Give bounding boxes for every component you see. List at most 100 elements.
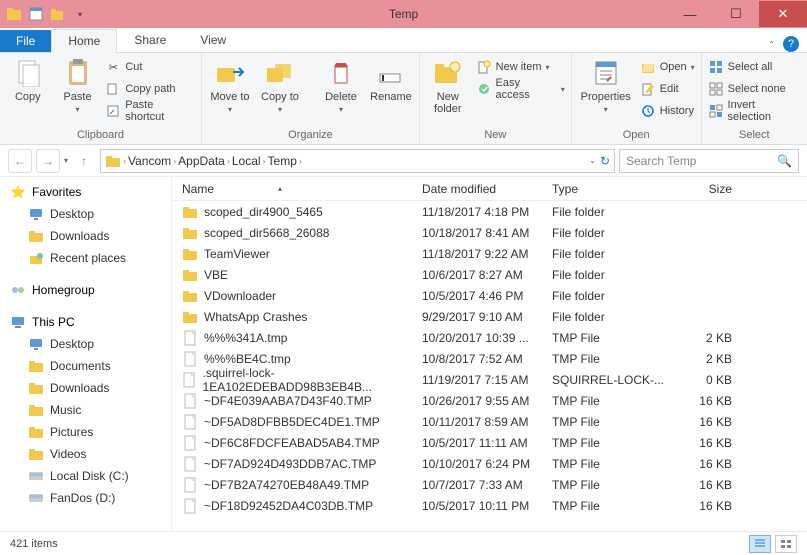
- forward-button[interactable]: →: [36, 149, 60, 173]
- folder-icon: [182, 204, 198, 220]
- ribbon-group-new: New folder New item ▾ Easy access ▾ New: [420, 53, 572, 144]
- window-title: Temp: [389, 7, 418, 21]
- moveto-button[interactable]: Move to▾: [208, 55, 252, 114]
- up-button[interactable]: ↑: [72, 149, 96, 173]
- crumb-appdata[interactable]: AppData ›: [178, 154, 230, 168]
- file-row[interactable]: %%%341A.tmp 10/20/2017 10:39 ... TMP Fil…: [172, 327, 807, 348]
- folder-icon: [28, 358, 44, 374]
- sidebar-item[interactable]: Downloads: [0, 377, 171, 399]
- tab-share[interactable]: Share: [117, 28, 183, 52]
- sidebar-item[interactable]: Downloads: [0, 225, 171, 247]
- file-row[interactable]: WhatsApp Crashes 9/29/2017 9:10 AM File …: [172, 306, 807, 327]
- minimize-ribbon-icon[interactable]: ⌃: [768, 40, 775, 49]
- col-size[interactable]: Size: [672, 182, 742, 196]
- col-date[interactable]: Date modified: [422, 182, 552, 196]
- back-button[interactable]: ←: [8, 149, 32, 173]
- tab-view[interactable]: View: [183, 28, 243, 52]
- file-row[interactable]: VBE 10/6/2017 8:27 AM File folder: [172, 264, 807, 285]
- sidebar-item[interactable]: Desktop: [0, 333, 171, 355]
- sidebar-item[interactable]: Recent places: [0, 247, 171, 269]
- minimize-button[interactable]: —: [667, 1, 713, 27]
- qat-properties-icon[interactable]: [26, 4, 46, 24]
- file-icon: [182, 330, 198, 346]
- folder-icon: [105, 153, 121, 169]
- col-type[interactable]: Type: [552, 182, 672, 196]
- folder-icon: [182, 246, 198, 262]
- sidebar-favorites[interactable]: ⭐Favorites: [0, 181, 171, 203]
- crumb-vancom[interactable]: Vancom ›: [128, 154, 176, 168]
- column-headers: Name ▴ Date modified Type Size: [172, 177, 807, 201]
- history-dropdown-icon[interactable]: ▾: [64, 156, 68, 165]
- view-details-button[interactable]: [749, 535, 771, 553]
- sidebar-item[interactable]: Desktop: [0, 203, 171, 225]
- titlebar: ▾ Temp — ☐ ✕: [0, 0, 807, 28]
- navbar: ← → ▾ ↑ › Vancom › AppData › Local › Tem…: [0, 145, 807, 177]
- sidebar-item[interactable]: FanDos (D:): [0, 487, 171, 509]
- properties-button[interactable]: Properties▾: [578, 55, 634, 114]
- ribbon: Copy Paste ▾ ✂Cut Copy path Paste shortc…: [0, 53, 807, 145]
- sidebar-item[interactable]: Videos: [0, 443, 171, 465]
- refresh-button[interactable]: ↻: [600, 154, 610, 168]
- sidebar-item[interactable]: Documents: [0, 355, 171, 377]
- file-row[interactable]: ~DF7B2A74270EB48A49.TMP 10/7/2017 7:33 A…: [172, 474, 807, 495]
- sort-asc-icon: ▴: [278, 184, 282, 193]
- crumb-temp[interactable]: Temp ›: [268, 154, 302, 168]
- folder-icon: [28, 402, 44, 418]
- maximize-button[interactable]: ☐: [713, 1, 759, 27]
- col-name[interactable]: Name ▴: [172, 182, 422, 196]
- open-button[interactable]: Open ▾: [640, 57, 695, 77]
- help-icon[interactable]: ?: [783, 36, 799, 52]
- app-icon[interactable]: [4, 4, 24, 24]
- file-row[interactable]: .squirrel-lock-1EA102EDEBADD98B3EB4B... …: [172, 369, 807, 390]
- nav-sidebar: ⭐Favorites DesktopDownloadsRecent places…: [0, 177, 172, 531]
- close-button[interactable]: ✕: [759, 1, 807, 27]
- history-button[interactable]: History: [640, 101, 695, 121]
- file-icon: [182, 393, 198, 409]
- file-row[interactable]: ~DF6C8FDCFEABAD5AB4.TMP 10/5/2017 11:11 …: [172, 432, 807, 453]
- sidebar-homegroup[interactable]: Homegroup: [0, 279, 171, 301]
- selectall-button[interactable]: Select all: [708, 57, 801, 77]
- easyaccess-button[interactable]: Easy access ▾: [476, 79, 565, 99]
- breadcrumb[interactable]: › Vancom › AppData › Local › Temp › ⌄ ↻: [100, 149, 615, 173]
- sidebar-item[interactable]: Local Disk (C:): [0, 465, 171, 487]
- search-input[interactable]: Search Temp 🔍: [619, 149, 799, 173]
- copy-button[interactable]: Copy: [6, 55, 50, 103]
- cut-button[interactable]: ✂Cut: [105, 57, 195, 77]
- disk-icon: [28, 468, 44, 484]
- crumb-dropdown-icon[interactable]: ⌄: [589, 156, 596, 165]
- paste-button[interactable]: Paste ▾: [56, 55, 100, 114]
- file-icon: [182, 414, 198, 430]
- pasteshortcut-button[interactable]: Paste shortcut: [105, 101, 195, 121]
- copypath-button[interactable]: Copy path: [105, 79, 195, 99]
- folder-icon: [28, 380, 44, 396]
- qat-dropdown-icon[interactable]: ▾: [70, 4, 90, 24]
- edit-button[interactable]: Edit: [640, 79, 695, 99]
- tab-home[interactable]: Home: [51, 29, 117, 53]
- delete-button[interactable]: Delete▾: [319, 55, 363, 114]
- view-large-button[interactable]: [775, 535, 797, 553]
- sidebar-thispc[interactable]: This PC: [0, 311, 171, 333]
- folder-icon: [28, 424, 44, 440]
- invertselection-button[interactable]: Invert selection: [708, 101, 801, 121]
- file-row[interactable]: ~DF5AD8DFBB5DEC4DE1.TMP 10/11/2017 8:59 …: [172, 411, 807, 432]
- file-list: Name ▴ Date modified Type Size scoped_di…: [172, 177, 807, 531]
- recent-icon: [28, 250, 44, 266]
- newitem-button[interactable]: New item ▾: [476, 57, 565, 77]
- crumb-local[interactable]: Local ›: [232, 154, 266, 168]
- tab-file[interactable]: File: [0, 30, 51, 52]
- selectnone-button[interactable]: Select none: [708, 79, 801, 99]
- folder-icon: [182, 309, 198, 325]
- copyto-button[interactable]: Copy to▾: [258, 55, 302, 114]
- file-row[interactable]: ~DF4E039AABA7D43F40.TMP 10/26/2017 9:55 …: [172, 390, 807, 411]
- file-row[interactable]: scoped_dir5668_26088 10/18/2017 8:41 AM …: [172, 222, 807, 243]
- file-row[interactable]: ~DF7AD924D493DDB7AC.TMP 10/10/2017 6:24 …: [172, 453, 807, 474]
- file-row[interactable]: ~DF18D92452DA4C03DB.TMP 10/5/2017 10:11 …: [172, 495, 807, 516]
- rename-button[interactable]: Rename: [369, 55, 413, 103]
- file-row[interactable]: scoped_dir4900_5465 11/18/2017 4:18 PM F…: [172, 201, 807, 222]
- file-row[interactable]: TeamViewer 11/18/2017 9:22 AM File folde…: [172, 243, 807, 264]
- sidebar-item[interactable]: Music: [0, 399, 171, 421]
- qat-newfolder-icon[interactable]: [48, 4, 68, 24]
- newfolder-button[interactable]: New folder: [426, 55, 470, 115]
- file-row[interactable]: VDownloader 10/5/2017 4:46 PM File folde…: [172, 285, 807, 306]
- sidebar-item[interactable]: Pictures: [0, 421, 171, 443]
